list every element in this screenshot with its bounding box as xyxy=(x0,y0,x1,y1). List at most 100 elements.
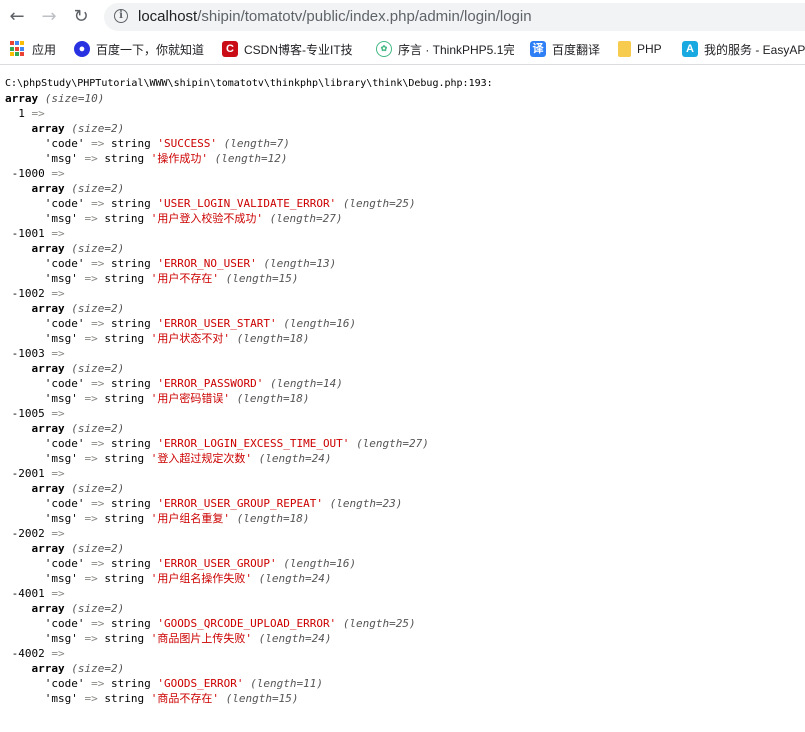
type-string: string xyxy=(111,257,151,270)
array-size: (size=2) xyxy=(71,482,125,495)
msg-key: 'msg' xyxy=(44,332,78,345)
msg-length: (length=18) xyxy=(236,392,310,405)
array-entry: -4002 => array (size=2) 'code' => string… xyxy=(5,646,493,706)
type-string: string xyxy=(104,212,145,225)
msg-key: 'msg' xyxy=(44,452,78,465)
url-text[interactable]: localhost/shipin/tomatotv/public/index.p… xyxy=(138,8,532,25)
arrow: => xyxy=(84,572,98,585)
msg-key: 'msg' xyxy=(44,512,78,525)
msg-value: '用户组名重复' xyxy=(150,512,230,525)
code-value: 'ERROR_NO_USER' xyxy=(157,257,257,270)
arrow: => xyxy=(91,617,105,630)
entry-array-line: array (size=2) xyxy=(5,301,493,316)
type-string: string xyxy=(111,617,151,630)
bookmark-php-folder[interactable]: PHP xyxy=(618,40,662,58)
code-length: (length=14) xyxy=(269,377,343,390)
forward-arrow-icon[interactable]: → xyxy=(38,6,60,28)
array-header: array (size=10) xyxy=(5,91,493,106)
reload-icon[interactable]: ↻ xyxy=(70,6,92,28)
arrow: => xyxy=(51,227,65,240)
leaf-icon: ✿ xyxy=(376,41,392,57)
code-key: 'code' xyxy=(44,437,85,450)
code-value: 'GOODS_ERROR' xyxy=(157,677,244,690)
arrow: => xyxy=(84,632,98,645)
msg-line: 'msg' => string '操作成功' (length=12) xyxy=(5,151,493,166)
bookmark-label: CSDN博客-专业IT技 xyxy=(244,42,353,57)
entry-key-line: -1000 => xyxy=(5,166,493,181)
arrow: => xyxy=(91,437,105,450)
url-path: /shipin/tomatotv/public/index.php/admin/… xyxy=(197,8,532,25)
csdn-icon: C xyxy=(222,41,238,57)
arrow: => xyxy=(91,557,105,570)
array-size: (size=10) xyxy=(44,92,105,105)
arrow: => xyxy=(91,197,105,210)
folder-icon xyxy=(618,41,631,57)
entry-key: -2001 xyxy=(11,467,45,480)
entry-key: -1001 xyxy=(11,227,45,240)
code-length: (length=25) xyxy=(342,617,416,630)
msg-length: (length=24) xyxy=(258,632,332,645)
arrow: => xyxy=(51,527,65,540)
msg-key: 'msg' xyxy=(44,572,78,585)
arrow: => xyxy=(51,467,65,480)
type-string: string xyxy=(111,317,151,330)
type-string: string xyxy=(104,152,145,165)
type-string: string xyxy=(104,332,145,345)
paw-icon: ● xyxy=(74,41,90,57)
entry-key: -1005 xyxy=(11,407,45,420)
bookmark-baidu-translate[interactable]: 译 百度翻译 xyxy=(530,40,600,58)
arrow: => xyxy=(91,137,105,150)
bookmark-label: 应用 xyxy=(32,42,57,57)
array-keyword: array xyxy=(31,242,65,255)
arrow: => xyxy=(84,272,98,285)
msg-value: '用户状态不对' xyxy=(150,332,230,345)
bookmark-easyapi[interactable]: A 我的服务 - EasyAP xyxy=(682,40,805,58)
type-string: string xyxy=(111,377,151,390)
code-value: 'SUCCESS' xyxy=(157,137,217,150)
arrow: => xyxy=(91,497,105,510)
info-icon[interactable]: i xyxy=(114,9,128,23)
bookmark-csdn[interactable]: C CSDN博客-专业IT技 xyxy=(222,40,360,58)
arrow: => xyxy=(51,287,65,300)
msg-line: 'msg' => string '登入超过规定次数' (length=24) xyxy=(5,451,493,466)
array-keyword: array xyxy=(31,182,65,195)
entry-key-line: -1005 => xyxy=(5,406,493,421)
msg-length: (length=12) xyxy=(214,152,288,165)
array-size: (size=2) xyxy=(71,122,125,135)
code-line: 'code' => string 'ERROR_NO_USER' (length… xyxy=(5,256,493,271)
code-length: (length=23) xyxy=(329,497,403,510)
code-line: 'code' => string 'GOODS_ERROR' (length=1… xyxy=(5,676,493,691)
type-string: string xyxy=(104,692,145,705)
browser-toolbar: ← → ↻ i localhost/shipin/tomatotv/public… xyxy=(0,0,805,34)
arrow: => xyxy=(91,677,105,690)
appstore-icon: A xyxy=(682,41,698,57)
bookmark-label: 百度一下，你就知道 xyxy=(96,42,205,57)
bookmark-label: PHP xyxy=(637,42,662,56)
array-entries: 1 => array (size=2) 'code' => string 'SU… xyxy=(5,106,493,706)
bookmark-label: 序言 · ThinkPHP5.1完 xyxy=(398,42,514,57)
entry-key-line: -2001 => xyxy=(5,466,493,481)
array-entry: -1000 => array (size=2) 'code' => string… xyxy=(5,166,493,226)
back-arrow-icon[interactable]: ← xyxy=(6,6,28,28)
bookmark-baidu[interactable]: ● 百度一下，你就知道 xyxy=(74,40,204,58)
msg-value: '商品图片上传失败' xyxy=(150,632,252,645)
code-length: (length=25) xyxy=(342,197,416,210)
code-line: 'code' => string 'GOODS_QRCODE_UPLOAD_ER… xyxy=(5,616,493,631)
arrow: => xyxy=(84,212,98,225)
code-line: 'code' => string 'ERROR_USER_GROUP_REPEA… xyxy=(5,496,493,511)
code-value: 'USER_LOGIN_VALIDATE_ERROR' xyxy=(157,197,337,210)
msg-key: 'msg' xyxy=(44,152,78,165)
array-size: (size=2) xyxy=(71,422,125,435)
entry-key-line: 1 => xyxy=(5,106,493,121)
address-bar[interactable]: i localhost/shipin/tomatotv/public/index… xyxy=(104,3,805,31)
code-value: 'ERROR_USER_GROUP' xyxy=(157,557,277,570)
array-keyword: array xyxy=(31,302,65,315)
code-key: 'code' xyxy=(44,497,85,510)
entry-array-line: array (size=2) xyxy=(5,421,493,436)
bookmark-apps[interactable]: 应用 xyxy=(10,40,56,58)
code-key: 'code' xyxy=(44,137,85,150)
url-host: localhost xyxy=(138,8,198,25)
entry-key: -1003 xyxy=(11,347,45,360)
bookmark-thinkphp[interactable]: ✿ 序言 · ThinkPHP5.1完 xyxy=(376,40,514,58)
array-keyword: array xyxy=(31,662,65,675)
